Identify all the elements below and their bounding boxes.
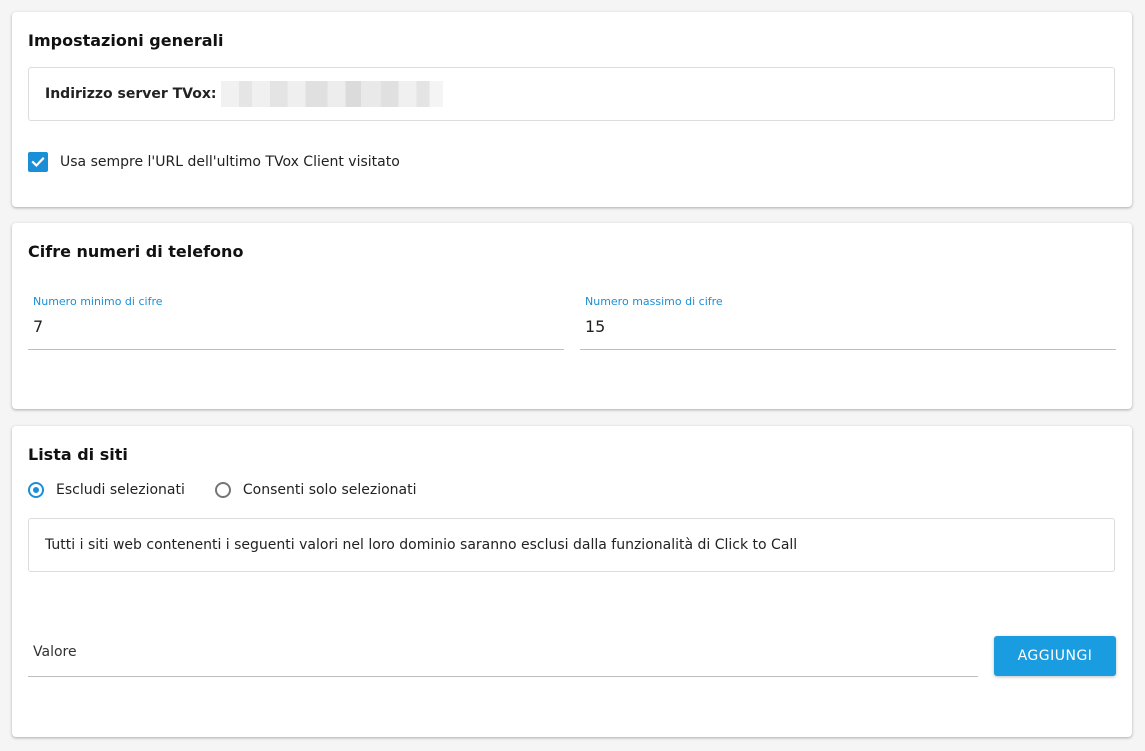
general-settings-title: Impostazioni generali <box>28 31 224 50</box>
always-use-last-url-label: Usa sempre l'URL dell'ultimo TVox Client… <box>60 154 400 170</box>
general-settings-card: Impostazioni generali Indirizzo server T… <box>12 12 1132 207</box>
site-value-field[interactable] <box>28 634 978 677</box>
mode-exclude-selected-radio[interactable] <box>28 482 44 498</box>
site-list-title: Lista di siti <box>28 445 128 464</box>
site-value-input[interactable] <box>28 634 978 670</box>
max-digits-field[interactable]: Numero massimo di cifre 15 <box>580 295 1116 350</box>
mode-allow-only-selected-option[interactable]: Consenti solo selezionati <box>214 482 417 498</box>
mode-exclude-selected-label: Escludi selezionati <box>56 482 185 498</box>
site-list-card: Lista di siti Escludi selezionati Consen… <box>12 426 1132 737</box>
min-digits-field[interactable]: Numero minimo di cifre 7 <box>28 295 564 350</box>
mode-allow-only-selected-label: Consenti solo selezionati <box>242 482 417 498</box>
min-digits-value[interactable]: 7 <box>33 317 43 336</box>
server-address-box: Indirizzo server TVox: <box>28 67 1115 121</box>
server-address-value-redacted <box>220 81 443 107</box>
checkmark-icon <box>31 157 45 168</box>
always-use-last-url-option[interactable]: Usa sempre l'URL dell'ultimo TVox Client… <box>28 152 400 172</box>
site-list-description: Tutti i siti web contenenti i seguenti v… <box>45 537 798 553</box>
mode-allow-only-selected-radio[interactable] <box>214 482 231 498</box>
add-site-button[interactable]: AGGIUNGI <box>994 636 1116 676</box>
max-digits-label: Numero massimo di cifre <box>585 295 723 308</box>
min-digits-label: Numero minimo di cifre <box>33 295 163 308</box>
phone-digits-card: Cifre numeri di telefono Numero minimo d… <box>12 223 1132 409</box>
site-list-mode-group: Escludi selezionati Consenti solo selezi… <box>28 482 447 498</box>
max-digits-value[interactable]: 15 <box>585 317 605 336</box>
phone-digits-title: Cifre numeri di telefono <box>28 242 244 261</box>
always-use-last-url-checkbox[interactable] <box>28 152 48 172</box>
server-address-label: Indirizzo server TVox: <box>45 86 217 102</box>
site-list-description-box: Tutti i siti web contenenti i seguenti v… <box>28 518 1115 572</box>
mode-exclude-selected-option[interactable]: Escludi selezionati <box>28 482 185 498</box>
